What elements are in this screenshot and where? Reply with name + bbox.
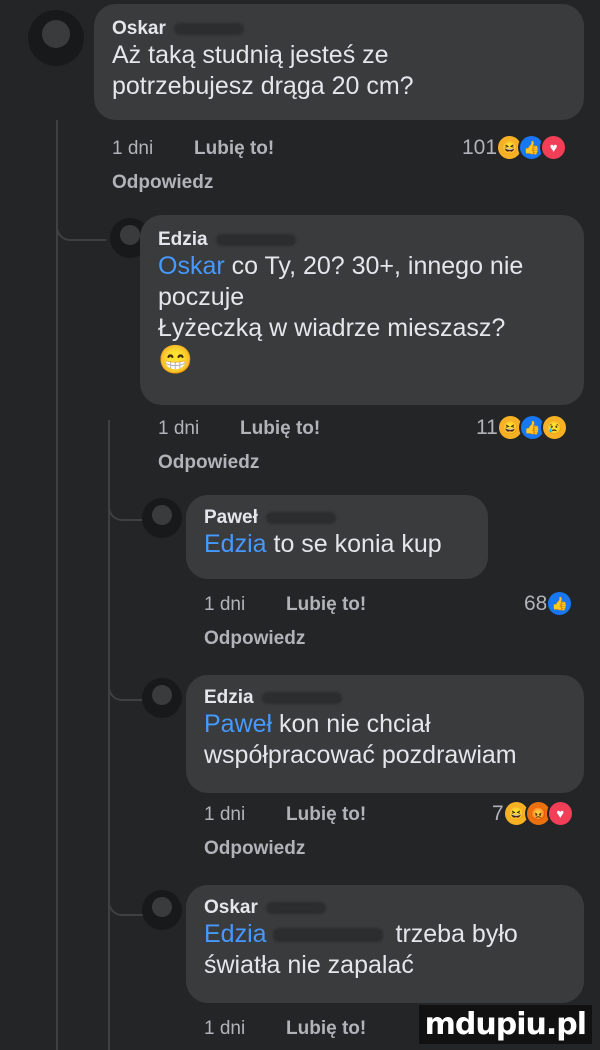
comment-bubble: Oskar Aż taką studnią jesteś ze potrzebu… <box>94 4 584 120</box>
comment-line: Oskar co Ty, 20? 30+, innego nie <box>158 251 566 282</box>
thread-line <box>56 120 58 1050</box>
comment-line: Edzia trzeba było <box>204 919 566 950</box>
redacted-surname <box>261 692 342 704</box>
like-link[interactable]: Lubię to! <box>240 418 320 440</box>
reaction-count: 7 <box>492 801 504 825</box>
reaction-summary[interactable]: 68 👍 <box>524 590 574 617</box>
author-name[interactable]: Edzia <box>158 229 208 251</box>
comment-line: potrzebujesz drąga 20 cm? <box>112 72 414 100</box>
author-name[interactable]: Edzia <box>204 687 254 709</box>
redacted-name <box>272 928 383 942</box>
comment-age: 1 dni <box>204 594 246 615</box>
mention-link[interactable]: Edzia <box>204 920 267 948</box>
comment-meta: 1 dni Lubię to! <box>204 594 366 616</box>
redacted-surname <box>173 23 244 35</box>
author-name[interactable]: Oskar <box>112 18 166 40</box>
mention-link[interactable]: Edzia <box>204 530 267 558</box>
comment-meta: 1 dni Lubię to! <box>204 804 366 826</box>
comment-text: Edzia trzeba było światła nie zapalać <box>204 919 566 981</box>
author-name[interactable]: Oskar <box>204 897 258 919</box>
comment-bubble: Edzia Oskar co Ty, 20? 30+, innego nie p… <box>140 215 584 405</box>
comment-text: Oskar co Ty, 20? 30+, innego nie poczuje… <box>158 251 566 375</box>
comment-line: Edzia to se konia kup <box>204 529 470 560</box>
comment-author[interactable]: Oskar <box>112 18 566 40</box>
comment-line-text: co Ty, 20? 30+, innego nie <box>224 252 524 280</box>
mention-link[interactable]: Paweł <box>204 710 272 738</box>
comment-bubble: Edzia Paweł kon nie chciał współpracować… <box>186 675 584 793</box>
comment-line-text: trzeba było <box>388 920 518 948</box>
reaction-summary[interactable]: 101 😆 👍 ♥ <box>462 134 568 161</box>
comment-bubble: Paweł Edzia to se konia kup <box>186 495 488 579</box>
reply-link[interactable]: Odpowiedz <box>204 628 305 650</box>
reaction-count: 11 <box>476 415 498 439</box>
love-icon: ♥ <box>546 800 574 827</box>
comment-text: Aż taką studnią jesteś ze potrzebujesz d… <box>112 40 566 102</box>
comment-line: poczuje <box>158 283 245 311</box>
author-name[interactable]: Paweł <box>204 507 258 529</box>
reaction-summary[interactable]: 11 😆 👍 😢 <box>476 414 568 441</box>
thread-connector <box>56 205 106 241</box>
reply-link[interactable]: Odpowiedz <box>112 172 213 194</box>
love-icon: ♥ <box>540 134 568 161</box>
comment-line: Łyżeczką w wiadrze mieszasz? <box>158 314 506 342</box>
comment-author[interactable]: Edzia <box>204 687 566 709</box>
reaction-count: 68 <box>524 591 548 615</box>
comment-meta: 1 dni Lubię to! <box>204 1018 366 1040</box>
comment-age: 1 dni <box>158 418 200 439</box>
like-link[interactable]: Lubię to! <box>286 804 366 826</box>
comment-author[interactable]: Oskar <box>204 897 566 919</box>
like-link[interactable]: Lubię to! <box>286 1018 366 1040</box>
redacted-surname <box>215 234 296 246</box>
redacted-surname <box>265 902 326 914</box>
comment-line-text: kon nie chciał <box>272 710 431 738</box>
like-link[interactable]: Lubię to! <box>194 138 274 160</box>
mention-link[interactable]: Oskar <box>158 252 225 280</box>
avatar[interactable] <box>142 498 182 538</box>
comment-line: światła nie zapalać <box>204 951 414 979</box>
reaction-count: 101 <box>462 135 498 159</box>
avatar[interactable] <box>28 10 84 66</box>
avatar[interactable] <box>142 890 182 930</box>
comment-bubble: Oskar Edzia trzeba było światła nie zapa… <box>186 885 584 1003</box>
comment-meta: 1 dni Lubię to! <box>158 418 320 440</box>
comment-text: Paweł kon nie chciał współpracować pozdr… <box>204 709 566 771</box>
reply-link[interactable]: Odpowiedz <box>204 838 305 860</box>
reply-link[interactable]: Odpowiedz <box>158 452 259 474</box>
comment-line-text: to se konia kup <box>266 530 442 558</box>
comment-age: 1 dni <box>204 1018 246 1039</box>
sad-icon: 😢 <box>540 414 568 441</box>
avatar[interactable] <box>142 678 182 718</box>
redacted-surname <box>265 512 336 524</box>
comment-author[interactable]: Edzia <box>158 229 566 251</box>
comment-line: współpracować pozdrawiam <box>204 741 517 769</box>
like-icon: 👍 <box>546 590 574 617</box>
comment-age: 1 dni <box>204 804 246 825</box>
grin-emoji: 😁 <box>158 344 193 375</box>
comment-meta: 1 dni Lubię to! <box>112 138 274 160</box>
reaction-summary[interactable]: 7 😆 😡 ♥ <box>492 800 574 827</box>
watermark-logo: mdupiu.pl <box>418 1005 592 1044</box>
comment-age: 1 dni <box>112 138 154 159</box>
comment-author[interactable]: Paweł <box>204 507 470 529</box>
like-link[interactable]: Lubię to! <box>286 594 366 616</box>
comment-line: Aż taką studnią jesteś ze <box>112 41 389 69</box>
comment-text: Edzia to se konia kup <box>204 529 470 560</box>
comment-line: Paweł kon nie chciał <box>204 709 566 740</box>
